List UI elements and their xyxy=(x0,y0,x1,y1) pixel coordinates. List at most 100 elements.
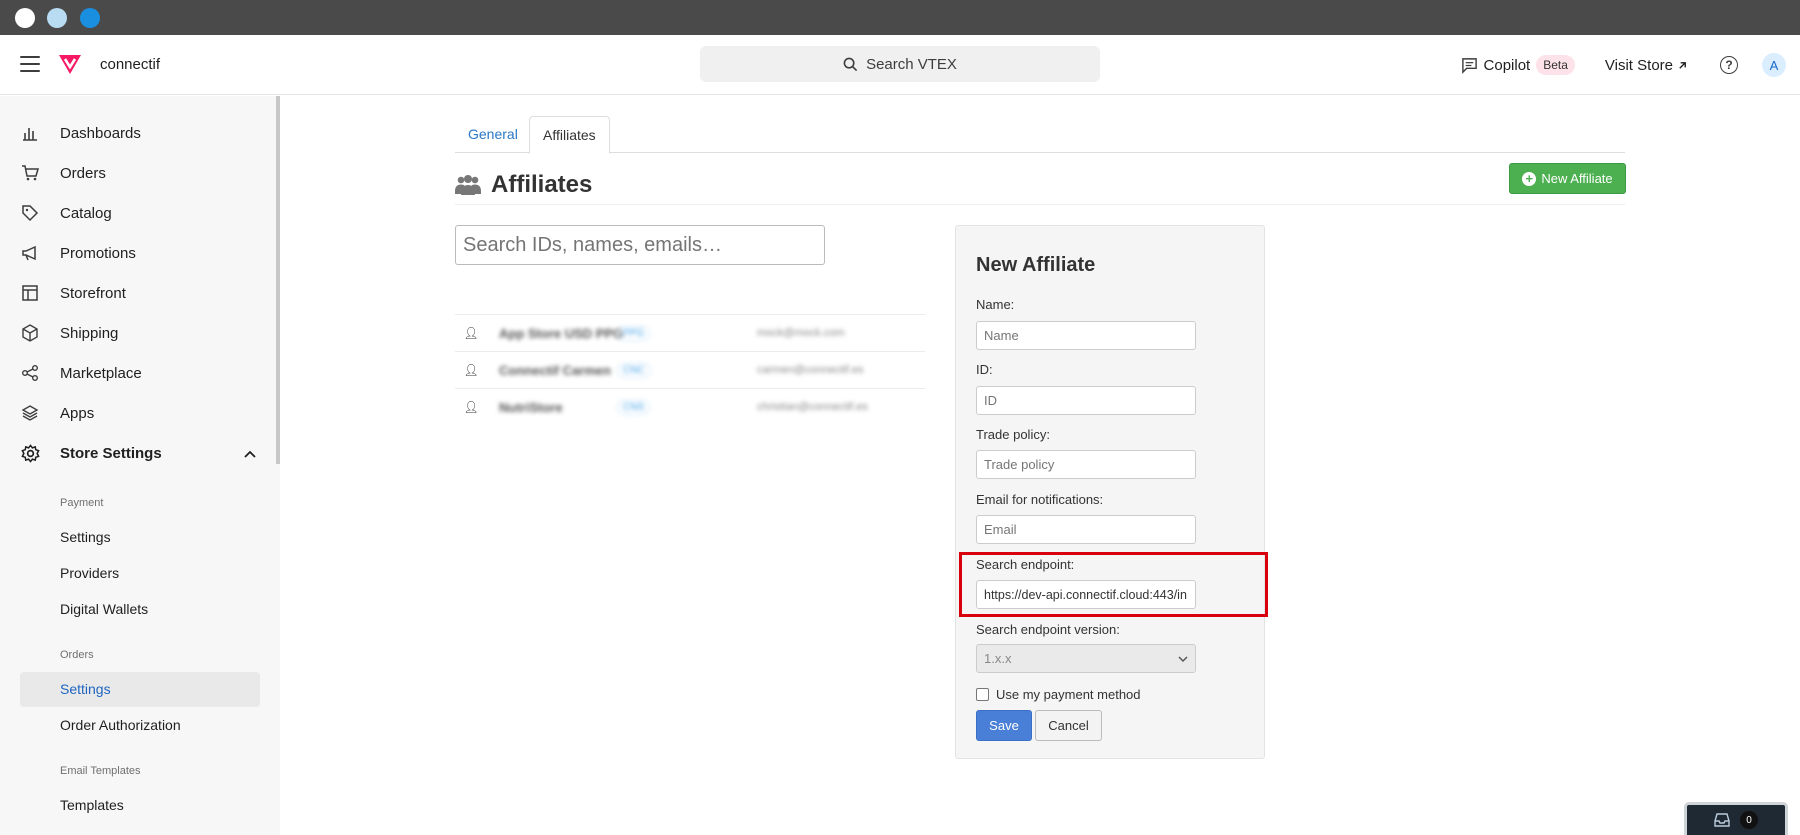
affiliate-email: christian@connectif.es xyxy=(757,401,868,413)
chevron-down-icon xyxy=(1178,655,1188,662)
window-titlebar xyxy=(0,0,1800,35)
sidebar-item-shipping[interactable]: Shipping xyxy=(20,321,118,345)
sidebar-scrollbar[interactable] xyxy=(276,96,280,464)
users-icon xyxy=(455,175,481,195)
search-icon xyxy=(843,57,858,71)
selected-version: 1.x.x xyxy=(984,651,1012,666)
sidebar-item-label: Store Settings xyxy=(60,444,162,462)
window-maximize-button[interactable] xyxy=(80,8,100,28)
sidebar-item-label: Storefront xyxy=(60,284,126,302)
affiliate-id-badge: CNS xyxy=(617,399,651,415)
layers-icon xyxy=(20,403,40,423)
sidebar-item-marketplace[interactable]: Marketplace xyxy=(20,361,142,385)
beta-badge: Beta xyxy=(1536,55,1575,75)
sidebar-subitem-orders-settings[interactable]: Settings xyxy=(60,681,111,697)
sidebar-item-label: Apps xyxy=(60,404,95,422)
sidebar-item-label: Dashboards xyxy=(60,124,141,142)
search-endpoint-version-select[interactable]: 1.x.x xyxy=(976,644,1196,673)
sidebar-subitem-order-authorization[interactable]: Order Authorization xyxy=(60,717,181,733)
page-heading: Affiliates xyxy=(491,171,593,198)
affiliate-name: Connectif Carmen xyxy=(499,362,611,378)
affiliate-id-badge: CNC xyxy=(617,362,651,378)
new-affiliate-label: New Affiliate xyxy=(1541,171,1613,186)
tab-affiliates[interactable]: Affiliates xyxy=(529,116,610,154)
affiliate-name: App Store USD PPG xyxy=(499,325,624,341)
tag-icon xyxy=(20,203,40,223)
sidebar-item-label: Shipping xyxy=(60,324,119,342)
page-title: Affiliates xyxy=(455,171,592,199)
store-name[interactable]: connectif xyxy=(100,56,160,73)
cart-icon xyxy=(20,163,40,183)
list-item[interactable]: 👤︎ Connectif Carmen CNC carmen@connectif… xyxy=(455,351,925,388)
sidebar-item-catalog[interactable]: Catalog xyxy=(20,201,112,225)
sidebar-subitem-providers[interactable]: Providers xyxy=(60,565,119,581)
inbox-count: 0 xyxy=(1740,811,1758,829)
share-nodes-icon xyxy=(20,363,40,383)
copilot-button[interactable]: Copilot Beta xyxy=(1461,55,1575,75)
inbox-icon xyxy=(1714,813,1730,827)
chat-icon xyxy=(1461,57,1477,74)
window-close-button[interactable] xyxy=(15,8,35,28)
list-item[interactable]: 👤︎ App Store USD PPG PPG mock@mock.com xyxy=(455,314,925,351)
megaphone-icon xyxy=(20,243,40,263)
plus-circle-icon: + xyxy=(1522,171,1537,186)
list-item[interactable]: 👤︎ NutriStore CNS christian@connectif.es xyxy=(455,388,925,425)
vtex-logo[interactable] xyxy=(57,52,83,76)
trade-policy-field[interactable] xyxy=(976,450,1196,479)
affiliate-email: mock@mock.com xyxy=(757,327,845,339)
window-minimize-button[interactable] xyxy=(47,8,67,28)
email-label: Email for notifications: xyxy=(976,492,1104,507)
new-affiliate-button[interactable]: + New Affiliate xyxy=(1509,163,1626,194)
affiliate-email: carmen@connectif.es xyxy=(757,364,864,376)
help-icon[interactable]: ? xyxy=(1720,56,1738,74)
payment-method-label: Use my payment method xyxy=(996,687,1141,702)
affiliate-name: NutriStore xyxy=(499,399,563,415)
search-endpoint-highlight xyxy=(959,552,1268,617)
trade-policy-label: Trade policy: xyxy=(976,427,1050,442)
chevron-up-icon[interactable] xyxy=(242,446,258,462)
gear-icon xyxy=(20,443,40,463)
sidebar-item-label: Orders xyxy=(60,164,106,182)
payment-method-checkbox[interactable] xyxy=(976,688,989,701)
sidebar-item-store-settings[interactable]: Store Settings xyxy=(20,441,162,465)
sidebar-group-heading: Payment xyxy=(60,497,104,509)
tab-general[interactable]: General xyxy=(455,116,531,154)
copilot-label: Copilot xyxy=(1483,56,1531,74)
email-field[interactable] xyxy=(976,515,1196,544)
affiliate-search-input[interactable] xyxy=(455,225,825,265)
new-affiliate-panel: New Affiliate Name: ID: Trade policy: Em… xyxy=(955,225,1265,759)
affiliate-id-badge: PPG xyxy=(617,325,651,341)
sidebar-active-highlight xyxy=(20,672,260,707)
sidebar-subitem-digital-wallets[interactable]: Digital Wallets xyxy=(60,601,148,617)
visit-store-label: Visit Store xyxy=(1604,56,1673,74)
payment-method-row: Use my payment method xyxy=(976,687,1141,702)
sidebar-item-apps[interactable]: Apps xyxy=(20,401,94,425)
sidebar-item-promotions[interactable]: Promotions xyxy=(20,241,136,265)
top-bar: connectif Search VTEX Copilot Beta Visit… xyxy=(0,35,1800,95)
menu-icon[interactable] xyxy=(20,56,40,72)
id-label: ID: xyxy=(976,362,993,377)
person-icon: 👤︎ xyxy=(463,363,479,377)
inbox-widget[interactable]: 0 xyxy=(1684,802,1788,835)
person-icon: 👤︎ xyxy=(463,400,479,414)
search-vtex-bar[interactable]: Search VTEX xyxy=(700,46,1100,82)
sidebar-item-label: Promotions xyxy=(60,244,136,262)
save-button[interactable]: Save xyxy=(976,710,1032,741)
tab-bar: General Affiliates xyxy=(455,116,1625,154)
sidebar-group-heading: Email Templates xyxy=(60,765,141,777)
sidebar-subitem-templates[interactable]: Templates xyxy=(60,797,124,813)
avatar[interactable]: A xyxy=(1762,53,1786,77)
visit-store-link[interactable]: Visit Store xyxy=(1605,57,1688,74)
sidebar-item-dashboards[interactable]: Dashboards xyxy=(20,121,141,145)
external-arrow-icon xyxy=(1679,61,1686,69)
affiliate-list: 👤︎ App Store USD PPG PPG mock@mock.com 👤… xyxy=(455,314,925,425)
sidebar-item-storefront[interactable]: Storefront xyxy=(20,281,126,305)
cancel-button[interactable]: Cancel xyxy=(1035,710,1102,741)
name-field[interactable] xyxy=(976,321,1196,350)
sidebar-item-orders[interactable]: Orders xyxy=(20,161,106,185)
search-vtex-placeholder: Search VTEX xyxy=(866,55,957,73)
sidebar-subitem-payment-settings[interactable]: Settings xyxy=(60,529,111,545)
id-field[interactable] xyxy=(976,386,1196,415)
name-label: Name: xyxy=(976,297,1015,312)
sidebar-item-label: Marketplace xyxy=(60,364,142,382)
